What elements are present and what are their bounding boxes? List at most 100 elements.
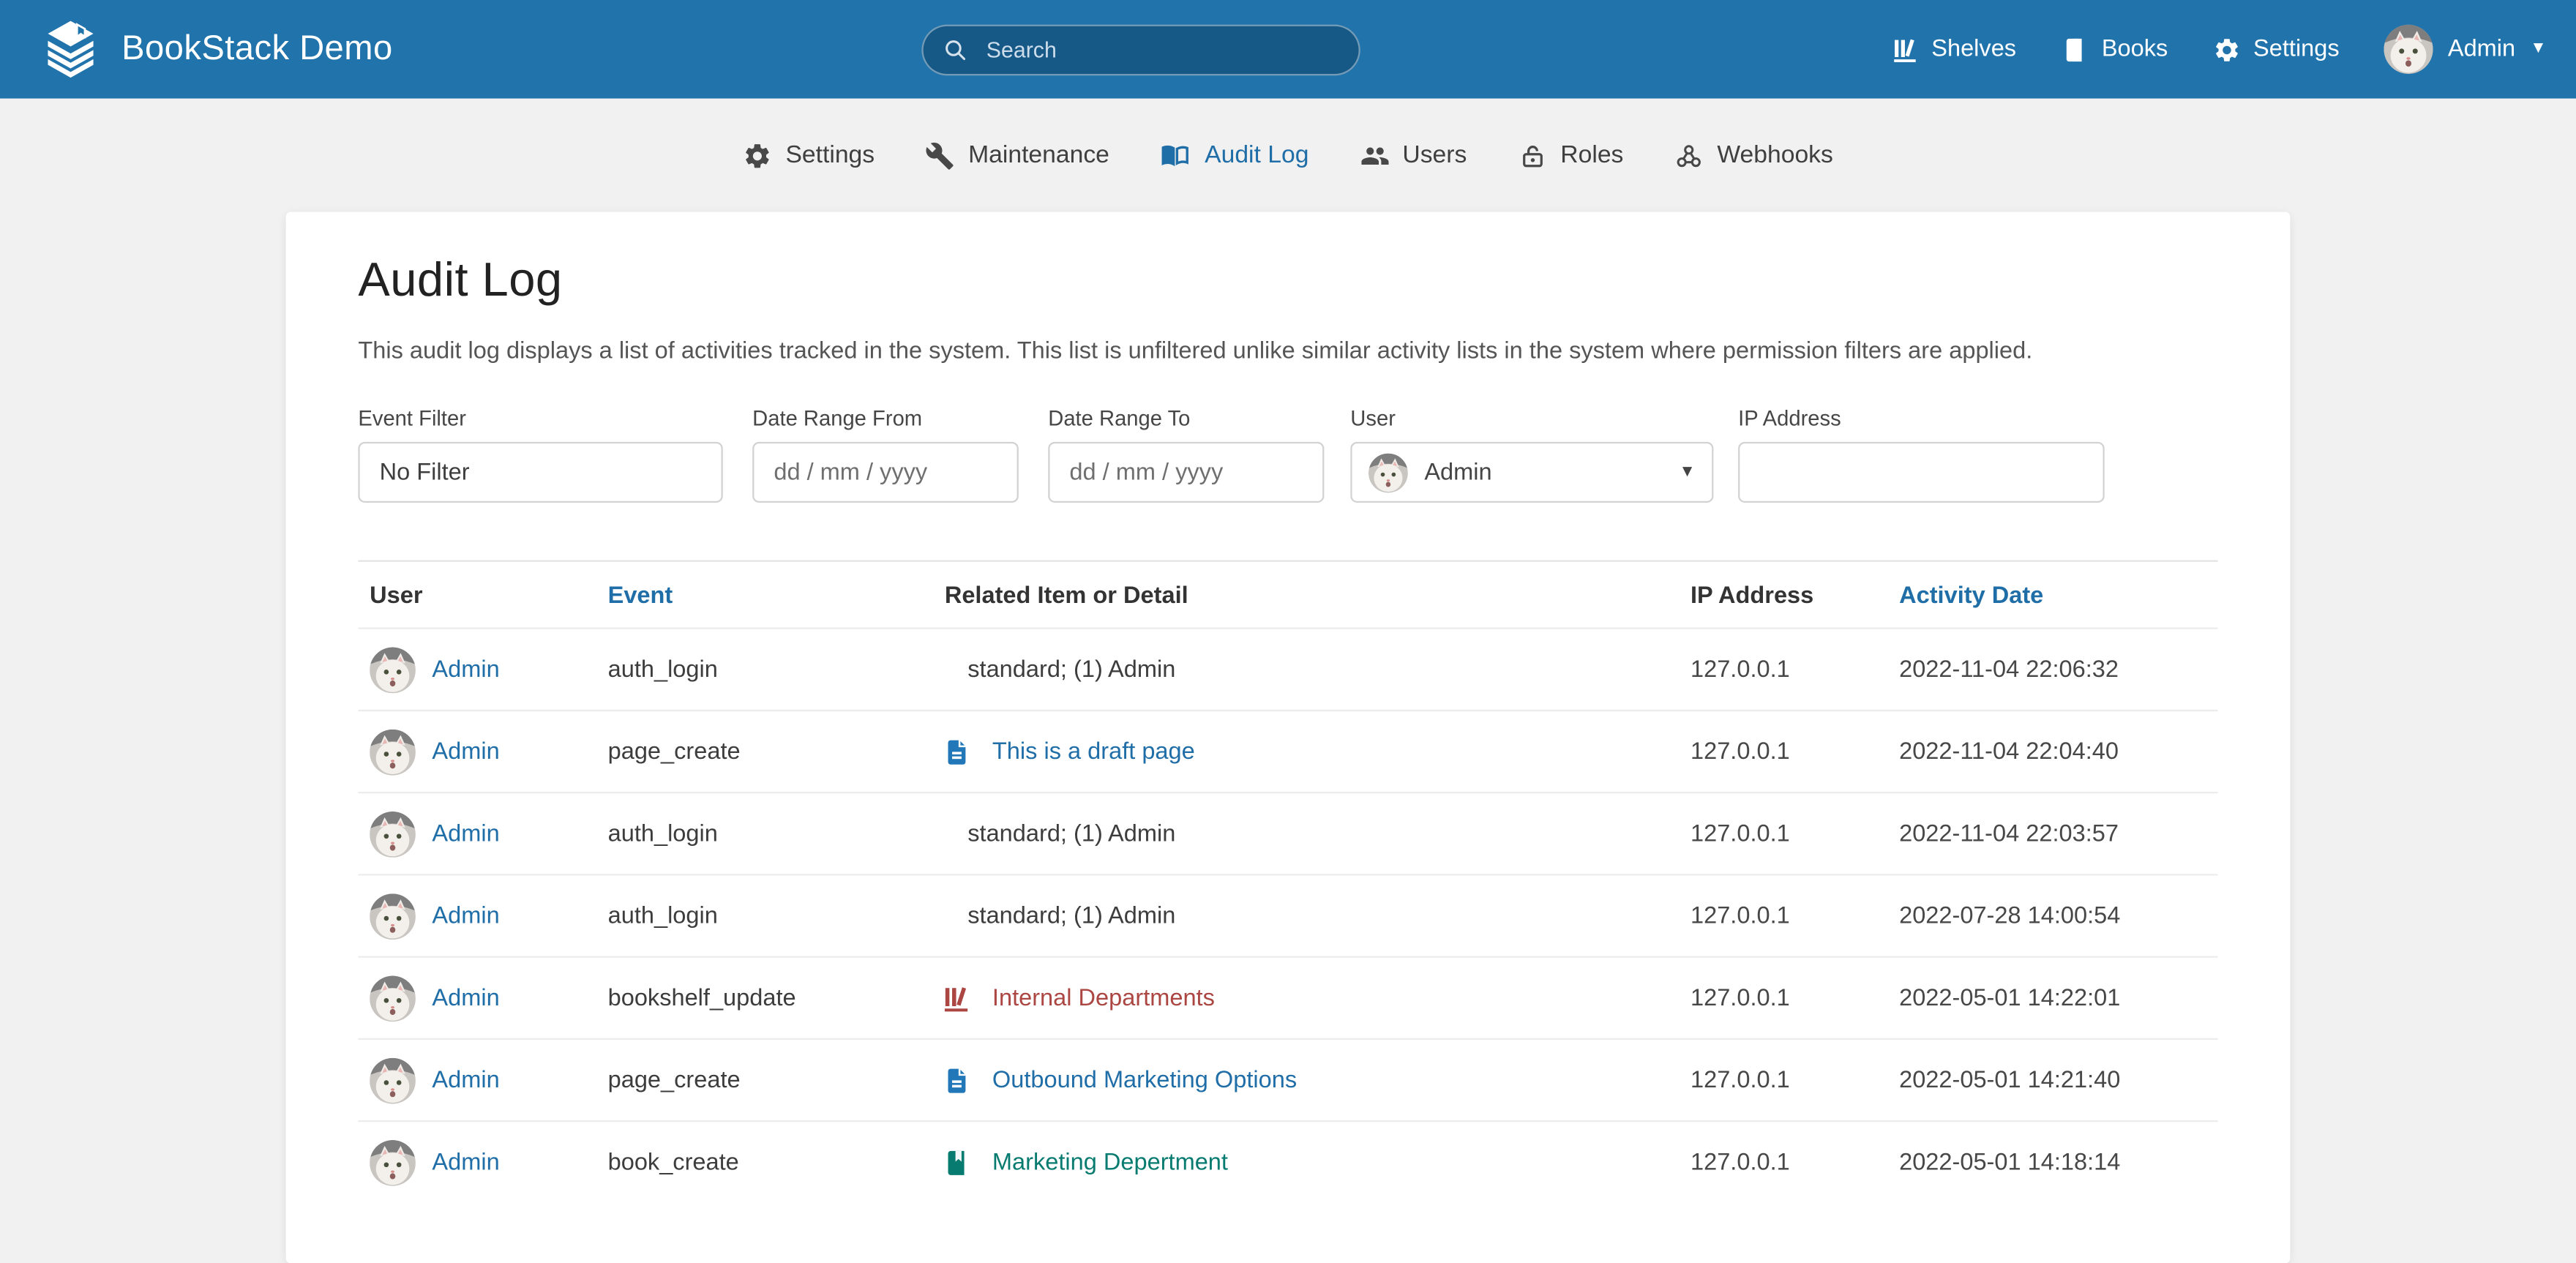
tab-users-label: Users — [1402, 141, 1467, 170]
date-to-input[interactable] — [1048, 442, 1325, 503]
tab-maintenance[interactable]: Maintenance — [926, 140, 1109, 170]
ip-address: 127.0.0.1 — [1690, 738, 1790, 765]
users-icon — [1360, 140, 1389, 170]
bookstack-logo-icon — [40, 18, 102, 80]
table-header: User Event Related Item or Detail IP Add… — [358, 562, 2217, 628]
tab-audit-log[interactable]: Audit Log — [1161, 140, 1308, 171]
nav-settings[interactable]: Settings — [2212, 35, 2340, 63]
ip-address: 127.0.0.1 — [1690, 985, 1790, 1012]
event-name: book_create — [607, 1149, 739, 1176]
event-name: page_create — [607, 738, 741, 765]
user-link[interactable]: Admin — [432, 1068, 499, 1094]
nav-settings-label: Settings — [2253, 36, 2340, 63]
books-icon — [2061, 35, 2089, 63]
user-avatar — [1368, 453, 1408, 492]
gear-icon — [743, 140, 772, 170]
user-select[interactable]: Admin ▼ — [1350, 442, 1714, 503]
table-row: Admin bookshelf_update Internal Departme… — [358, 956, 2218, 1038]
ip-address: 127.0.0.1 — [1690, 820, 1790, 847]
search-bar[interactable] — [922, 23, 1361, 75]
tab-maintenance-label: Maintenance — [968, 141, 1109, 170]
audit-table: User Event Related Item or Detail IP Add… — [358, 562, 2218, 1203]
table-row: Admin book_create Marketing Depertment 1… — [358, 1120, 2218, 1203]
search-input[interactable] — [983, 35, 1340, 64]
chevron-down-icon: ▼ — [2530, 39, 2547, 58]
date-to-label: Date Range To — [1048, 406, 1191, 431]
nav-shelves[interactable]: Shelves — [1890, 35, 2016, 63]
app-header: BookStack Demo Shelves Books Settings — [0, 0, 2576, 99]
user-avatar — [370, 975, 416, 1022]
activity-date: 2022-11-04 22:03:57 — [1899, 820, 2119, 847]
event-name: bookshelf_update — [607, 985, 796, 1012]
user-avatar — [370, 812, 416, 858]
detail-text: standard; (1) Admin — [967, 903, 1176, 930]
user-avatar — [370, 729, 416, 775]
bookshelf-icon — [941, 983, 970, 1013]
user-menu[interactable]: Admin ▼ — [2384, 25, 2547, 74]
related-shelf-link[interactable]: Internal Departments — [992, 985, 1215, 1011]
filter-ip: IP Address — [1738, 406, 2105, 503]
user-link[interactable]: Admin — [432, 985, 499, 1011]
tab-roles[interactable]: Roles — [1518, 140, 1623, 170]
date-from-input[interactable] — [752, 442, 1019, 503]
event-name: page_create — [607, 1067, 741, 1094]
user-menu-label: Admin — [2447, 36, 2516, 63]
page-title: Audit Log — [358, 254, 563, 307]
user-link[interactable]: Admin — [432, 657, 499, 683]
tab-roles-label: Roles — [1560, 141, 1624, 170]
col-related: Related Item or Detail — [944, 583, 1188, 610]
activity-date: 2022-05-01 14:22:01 — [1899, 985, 2121, 1012]
col-user: User — [370, 583, 423, 610]
filter-user: User Admin ▼ — [1350, 406, 1714, 503]
col-ip: IP Address — [1690, 583, 1814, 610]
filters-row: Event Filter Date Range From Date Range … — [358, 406, 2217, 503]
table-row: Admin auth_login standard; (1) Admin 127… — [358, 628, 2218, 710]
event-filter-input[interactable] — [358, 442, 723, 503]
book-icon — [941, 1148, 970, 1177]
table-row: Admin auth_login standard; (1) Admin 127… — [358, 792, 2218, 874]
related-page-link[interactable]: This is a draft page — [992, 739, 1195, 765]
user-filter-label: User — [1350, 406, 1396, 431]
page-icon — [941, 1065, 970, 1095]
ip-address: 127.0.0.1 — [1690, 903, 1790, 930]
detail-text: standard; (1) Admin — [967, 820, 1176, 847]
tab-webhooks[interactable]: Webhooks — [1674, 140, 1833, 170]
user-avatar — [2384, 25, 2433, 74]
ip-address: 127.0.0.1 — [1690, 1149, 1790, 1176]
ip-filter-input[interactable] — [1738, 442, 2105, 503]
user-link[interactable]: Admin — [432, 903, 499, 929]
nav-shelves-label: Shelves — [1931, 36, 2017, 63]
page-icon — [941, 738, 970, 767]
nav-books[interactable]: Books — [2061, 35, 2168, 63]
detail-text: standard; (1) Admin — [967, 656, 1176, 683]
app-title: BookStack Demo — [121, 29, 393, 68]
col-event-sort[interactable]: Event — [608, 584, 942, 610]
user-link[interactable]: Admin — [432, 1150, 499, 1176]
activity-date: 2022-11-04 22:04:40 — [1899, 738, 2119, 765]
tab-users[interactable]: Users — [1360, 140, 1467, 170]
user-link[interactable]: Admin — [432, 821, 499, 847]
app-logo[interactable]: BookStack Demo — [40, 18, 393, 80]
event-name: auth_login — [607, 656, 718, 683]
gear-icon — [2212, 35, 2240, 63]
col-activity-date-sort[interactable]: Activity Date — [1899, 584, 2218, 610]
header-center — [393, 23, 1891, 75]
header-nav: Shelves Books Settings Admin ▼ — [1890, 25, 2547, 74]
tab-settings-label: Settings — [785, 141, 875, 170]
event-name: auth_login — [607, 903, 718, 930]
user-link[interactable]: Admin — [432, 739, 499, 765]
wrench-icon — [926, 140, 955, 170]
page: BookStack Demo Shelves Books Settings — [0, 0, 2576, 1263]
filter-date-to: Date Range To — [1048, 406, 1325, 503]
table-row: Admin auth_login standard; (1) Admin 127… — [358, 874, 2218, 956]
related-page-link[interactable]: Outbound Marketing Options — [992, 1068, 1297, 1094]
open-book-icon — [1161, 140, 1192, 171]
activity-date: 2022-05-01 14:18:14 — [1899, 1149, 2121, 1176]
shelves-icon — [1890, 35, 1918, 63]
user-avatar — [370, 1140, 416, 1186]
ip-address: 127.0.0.1 — [1690, 656, 1790, 683]
tab-settings[interactable]: Settings — [743, 140, 875, 170]
filter-date-from: Date Range From — [752, 406, 1019, 503]
audit-log-card: Audit Log This audit log displays a list… — [285, 211, 2291, 1263]
related-book-link[interactable]: Marketing Depertment — [992, 1150, 1228, 1176]
